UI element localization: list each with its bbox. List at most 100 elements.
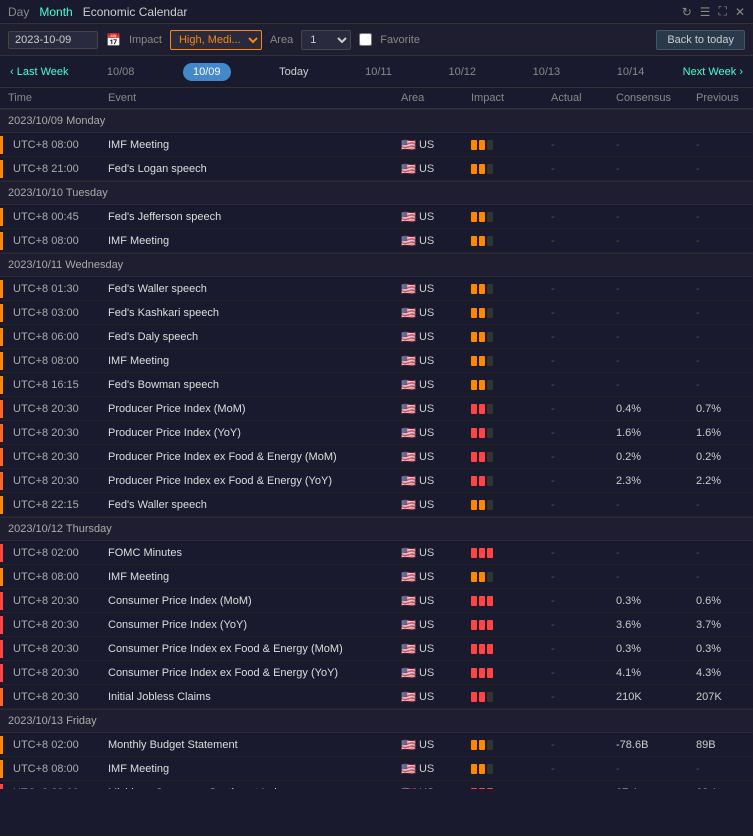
cell-consensus: -78.6B — [608, 736, 688, 754]
cell-consensus: 4.1% — [608, 664, 688, 682]
cell-actual: - — [543, 160, 608, 178]
table-row[interactable]: UTC+8 20:30 Consumer Price Index (YoY) 🇺… — [0, 613, 753, 637]
table-row[interactable]: UTC+8 20:30 Producer Price Index (MoM) 🇺… — [0, 397, 753, 421]
cell-actual: - — [543, 688, 608, 706]
cell-impact — [463, 305, 543, 321]
cell-event: Producer Price Index (MoM) — [100, 400, 393, 418]
cell-actual: - — [543, 304, 608, 322]
cell-actual: - — [543, 472, 608, 490]
cell-event: Fed's Daly speech — [100, 328, 393, 346]
day-10-08[interactable]: 10/08 — [99, 62, 143, 82]
list-icon[interactable]: ☰ — [700, 5, 711, 19]
table-row[interactable]: UTC+8 20:30 Consumer Price Index ex Food… — [0, 661, 753, 685]
cell-actual: - — [543, 544, 608, 562]
cell-time: UTC+8 20:30 — [0, 640, 100, 658]
cell-consensus: - — [608, 328, 688, 346]
table-row[interactable]: UTC+8 08:00 IMF Meeting 🇺🇸 US - - - — [0, 229, 753, 253]
favorite-checkbox[interactable] — [359, 33, 372, 46]
cell-impact — [463, 377, 543, 393]
table-row[interactable]: UTC+8 21:00 Fed's Logan speech 🇺🇸 US - -… — [0, 157, 753, 181]
day-10-13[interactable]: 10/13 — [525, 62, 569, 82]
cell-impact — [463, 665, 543, 681]
cell-time: UTC+8 20:30 — [0, 424, 100, 442]
cell-event: IMF Meeting — [100, 760, 393, 778]
last-week-button[interactable]: ‹ Last Week — [0, 66, 79, 78]
date-input[interactable] — [8, 31, 98, 49]
cell-time: UTC+8 20:30 — [0, 472, 100, 490]
cell-area: 🇺🇸 US — [393, 591, 463, 611]
section-header-0: 2023/10/09 Monday — [0, 109, 753, 133]
cell-event: Fed's Waller speech — [100, 280, 393, 298]
table-row[interactable]: UTC+8 02:00 FOMC Minutes 🇺🇸 US - - - — [0, 541, 753, 565]
cell-time: UTC+8 20:30 — [0, 592, 100, 610]
table-row[interactable]: UTC+8 22:15 Fed's Waller speech 🇺🇸 US - … — [0, 493, 753, 517]
cell-impact — [463, 161, 543, 177]
cell-area: 🇺🇸 US — [393, 495, 463, 515]
cell-impact — [463, 449, 543, 465]
cell-consensus: - — [608, 304, 688, 322]
cell-consensus: 0.3% — [608, 592, 688, 610]
table-row[interactable]: UTC+8 20:30 Initial Jobless Claims 🇺🇸 US… — [0, 685, 753, 709]
impact-select[interactable]: High, Medi... — [170, 30, 262, 50]
page-title: Economic Calendar — [83, 5, 188, 19]
cell-event: Fed's Jefferson speech — [100, 208, 393, 226]
table-row[interactable]: UTC+8 02:00 Monthly Budget Statement 🇺🇸 … — [0, 733, 753, 757]
day-today[interactable]: Today — [271, 62, 316, 82]
table-row[interactable]: UTC+8 08:00 IMF Meeting 🇺🇸 US - - - — [0, 565, 753, 589]
cell-consensus: 210K — [608, 688, 688, 706]
cell-area: 🇺🇸 US — [393, 279, 463, 299]
cell-previous: 0.7% — [688, 400, 753, 418]
table-row[interactable]: UTC+8 08:00 IMF Meeting 🇺🇸 US - - - — [0, 349, 753, 373]
cell-impact — [463, 593, 543, 609]
cell-previous: 0.3% — [688, 640, 753, 658]
table-row[interactable]: UTC+8 16:15 Fed's Bowman speech 🇺🇸 US - … — [0, 373, 753, 397]
close-icon[interactable]: ✕ — [735, 5, 745, 19]
table-row[interactable]: UTC+8 00:45 Fed's Jefferson speech 🇺🇸 US… — [0, 205, 753, 229]
refresh-icon[interactable]: ↻ — [682, 5, 692, 19]
day-10-09[interactable]: 10/09 — [183, 63, 231, 81]
cell-event: Fed's Kashkari speech — [100, 304, 393, 322]
table-row[interactable]: UTC+8 20:30 Producer Price Index (YoY) 🇺… — [0, 421, 753, 445]
cell-event: Michigan Consumer Sentiment Index — [100, 784, 393, 790]
cell-actual: - — [543, 568, 608, 586]
cell-impact — [463, 497, 543, 513]
table-row[interactable]: UTC+8 08:00 IMF Meeting 🇺🇸 US - - - — [0, 757, 753, 781]
cell-event: Fed's Waller speech — [100, 496, 393, 514]
day-10-12[interactable]: 10/12 — [440, 62, 484, 82]
table-row[interactable]: UTC+8 20:30 Consumer Price Index ex Food… — [0, 637, 753, 661]
cell-event: IMF Meeting — [100, 232, 393, 250]
cell-event: Consumer Price Index ex Food & Energy (Y… — [100, 664, 393, 682]
day-10-11[interactable]: 10/11 — [357, 62, 400, 82]
month-tab[interactable]: Month — [39, 5, 72, 19]
cell-actual: - — [543, 208, 608, 226]
cell-area: 🇺🇸 US — [393, 783, 463, 790]
cell-event: IMF Meeting — [100, 136, 393, 154]
day-tab[interactable]: Day — [8, 5, 29, 19]
section-header-3: 2023/10/12 Thursday — [0, 517, 753, 541]
cell-consensus: - — [608, 208, 688, 226]
table-row[interactable]: UTC+8 03:00 Fed's Kashkari speech 🇺🇸 US … — [0, 301, 753, 325]
cell-area: 🇺🇸 US — [393, 327, 463, 347]
area-label: Area — [270, 34, 293, 46]
cell-area: 🇺🇸 US — [393, 567, 463, 587]
table-row[interactable]: UTC+8 20:30 Producer Price Index ex Food… — [0, 445, 753, 469]
cell-previous: - — [688, 136, 753, 154]
cell-event: Consumer Price Index (YoY) — [100, 616, 393, 634]
table-row[interactable]: UTC+8 22:00 Michigan Consumer Sentiment … — [0, 781, 753, 789]
table-row[interactable]: UTC+8 06:00 Fed's Daly speech 🇺🇸 US - - … — [0, 325, 753, 349]
cell-impact — [463, 617, 543, 633]
table-row[interactable]: UTC+8 01:30 Fed's Waller speech 🇺🇸 US - … — [0, 277, 753, 301]
table-row[interactable]: UTC+8 08:00 IMF Meeting 🇺🇸 US - - - — [0, 133, 753, 157]
cell-area: 🇺🇸 US — [393, 159, 463, 179]
cell-actual: - — [543, 232, 608, 250]
table-row[interactable]: UTC+8 20:30 Consumer Price Index (MoM) 🇺… — [0, 589, 753, 613]
area-select[interactable]: 1 — [301, 30, 351, 50]
table-row[interactable]: UTC+8 20:30 Producer Price Index ex Food… — [0, 469, 753, 493]
cell-time: UTC+8 20:30 — [0, 664, 100, 682]
back-today-button[interactable]: Back to today — [656, 30, 745, 50]
next-week-button[interactable]: Next Week › — [673, 66, 753, 78]
cell-time: UTC+8 22:00 — [0, 784, 100, 790]
day-10-14[interactable]: 10/14 — [609, 62, 653, 82]
expand-icon[interactable]: ⛶ — [719, 4, 727, 19]
cell-actual: - — [543, 760, 608, 778]
